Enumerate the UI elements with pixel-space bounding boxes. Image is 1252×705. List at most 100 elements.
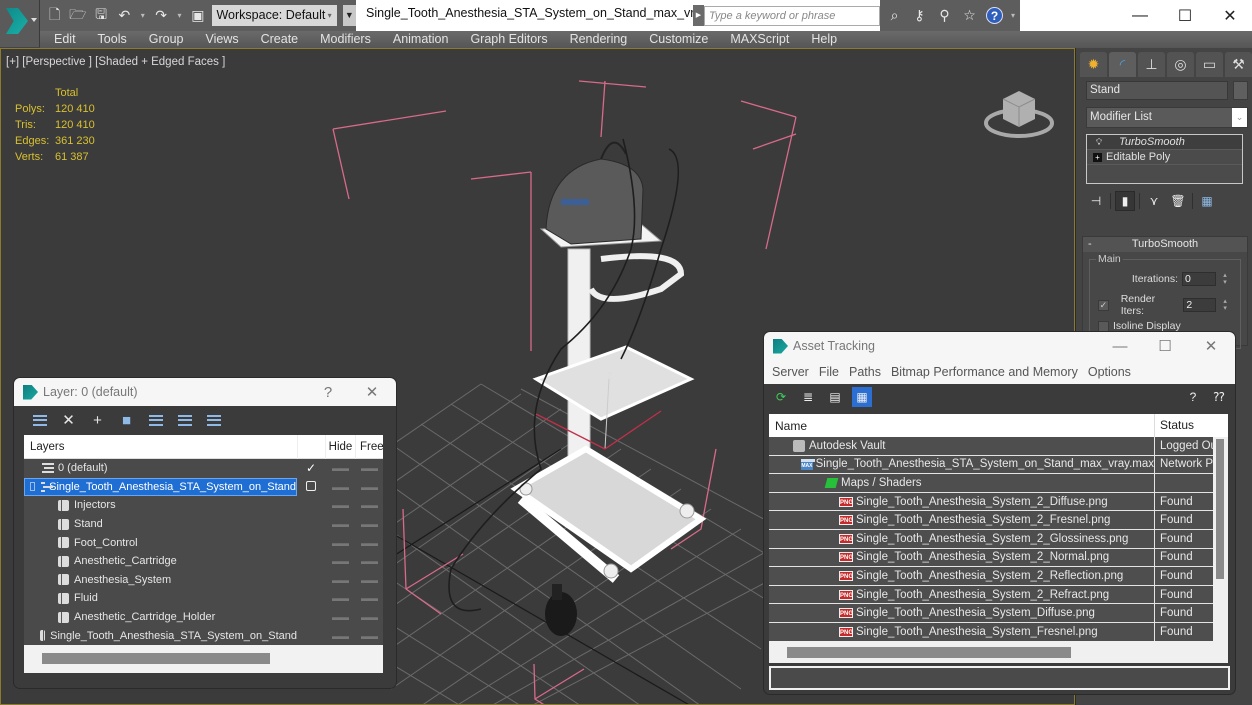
- freeze-toggle[interactable]: ▬▬: [355, 538, 383, 548]
- pin-stack-icon[interactable]: ⊣: [1086, 191, 1106, 211]
- minimize-button[interactable]: —: [1117, 0, 1163, 31]
- context-help-icon[interactable]: ⁇: [1209, 387, 1229, 407]
- new-file-icon[interactable]: 🗋: [46, 6, 63, 25]
- layer-row[interactable]: Single_Tooth_Anesthesia_STA_System_on_St…: [24, 477, 383, 497]
- collapse-toggle[interactable]: [30, 482, 35, 492]
- hide-toggle[interactable]: ▬▬: [325, 575, 355, 585]
- scrollbar-thumb[interactable]: [787, 647, 1071, 658]
- asset-path-field[interactable]: [769, 666, 1230, 690]
- menu-tools[interactable]: Tools: [87, 31, 138, 48]
- remove-modifier-icon[interactable]: 🗑︎: [1168, 191, 1188, 211]
- asset-row[interactable]: MAX Single_Tooth_Anesthesia_STA_System_on…: [769, 455, 1213, 475]
- column-freeze[interactable]: Freeze: [355, 434, 383, 459]
- hide-toggle[interactable]: ▬▬: [325, 482, 355, 492]
- asset-row[interactable]: PNG Single_Tooth_Anesthesia_System_2_Refr…: [769, 585, 1213, 605]
- horizontal-scrollbar[interactable]: [24, 645, 383, 673]
- toolbar-customize-icon[interactable]: ▼: [342, 5, 357, 26]
- hide-toggle[interactable]: ▬▬: [325, 593, 355, 603]
- close-button[interactable]: ✕: [1197, 332, 1225, 360]
- maximize-button[interactable]: ☐: [1151, 332, 1179, 360]
- render-iters-checkbox[interactable]: ✓: [1098, 299, 1109, 311]
- undo-icon[interactable]: ↶: [116, 7, 133, 25]
- create-layer-icon[interactable]: [30, 411, 49, 430]
- iterations-field[interactable]: 0: [1182, 272, 1216, 286]
- minimize-button[interactable]: —: [1106, 332, 1134, 360]
- asset-row[interactable]: PNG Single_Tooth_Anesthesia_System_2_Refl…: [769, 566, 1213, 586]
- menu-animation[interactable]: Animation: [382, 31, 460, 48]
- object-row[interactable]: Anesthetic_Cartridge_Holder ▬▬ ▬▬: [24, 608, 383, 627]
- show-end-result-icon[interactable]: ▮: [1115, 191, 1135, 211]
- spinner-arrows-icon[interactable]: ▴ ▾: [1220, 298, 1230, 312]
- hide-toggle[interactable]: ▬▬: [325, 519, 355, 529]
- freeze-toggle[interactable]: ▬▬: [355, 575, 383, 585]
- make-unique-icon[interactable]: ⋎: [1144, 191, 1164, 211]
- redo-icon[interactable]: ↷: [153, 7, 170, 25]
- asset-row[interactable]: PNG Single_Tooth_Anesthesia_System_2_Glos…: [769, 529, 1213, 549]
- freeze-toggle[interactable]: ▬▬: [355, 519, 383, 529]
- rollout-header[interactable]: - TurboSmooth: [1083, 237, 1247, 252]
- select-layer-icon[interactable]: [146, 411, 165, 430]
- configure-modifier-sets-icon[interactable]: ▦: [1197, 191, 1217, 211]
- menu-bitmap-performance[interactable]: Bitmap Performance and Memory: [886, 365, 1083, 379]
- freeze-layers-icon[interactable]: [204, 411, 223, 430]
- key-icon[interactable]: ⚷: [911, 7, 928, 24]
- column-current[interactable]: [297, 434, 325, 459]
- thumbnail-view-icon[interactable]: ▤: [825, 387, 845, 407]
- undo-dropdown-icon[interactable]: ▾: [139, 7, 147, 25]
- isoline-display-checkbox[interactable]: [1098, 320, 1109, 332]
- search-input[interactable]: Type a keyword or phrase: [704, 6, 880, 26]
- freeze-toggle[interactable]: ▬▬: [355, 500, 383, 510]
- menu-help[interactable]: Help: [800, 31, 848, 48]
- object-row[interactable]: Fluid ▬▬ ▬▬: [24, 589, 383, 608]
- binoculars-icon[interactable]: ⌕: [886, 7, 903, 24]
- vertical-scrollbar[interactable]: [1216, 439, 1224, 579]
- hide-toggle[interactable]: ▬▬: [325, 500, 355, 510]
- create-tab-icon[interactable]: ✹: [1080, 52, 1107, 77]
- object-row[interactable]: Injectors ▬▬ ▬▬: [24, 496, 383, 515]
- hierarchy-tab-icon[interactable]: ⊥: [1138, 52, 1165, 77]
- asset-row[interactable]: PNG Single_Tooth_Anesthesia_System_2_Diff…: [769, 492, 1213, 512]
- object-row[interactable]: Anesthetic_Cartridge ▬▬ ▬▬: [24, 552, 383, 571]
- maximize-button[interactable]: ☐: [1162, 0, 1208, 31]
- spinner-arrows-icon[interactable]: ▴ ▾: [1220, 272, 1230, 286]
- freeze-toggle[interactable]: ▬▬: [355, 612, 383, 622]
- asset-row[interactable]: PNG Single_Tooth_Anesthesia_System_Fresne…: [769, 622, 1213, 642]
- bulb-icon[interactable]: 💡︎: [1093, 137, 1105, 147]
- menu-maxscript[interactable]: MAXScript: [719, 31, 800, 48]
- menu-views[interactable]: Views: [194, 31, 249, 48]
- object-name-field[interactable]: Stand: [1086, 81, 1228, 100]
- display-tab-icon[interactable]: ▭: [1196, 52, 1223, 77]
- project-folder-icon[interactable]: ▣: [189, 7, 206, 25]
- freeze-toggle[interactable]: ▬▬: [355, 482, 383, 492]
- close-button[interactable]: ✕: [1207, 0, 1252, 31]
- hide-toggle[interactable]: ▬▬: [325, 463, 355, 473]
- stack-item-editable-poly[interactable]: + Editable Poly: [1087, 150, 1242, 165]
- list-view-icon[interactable]: ≣: [798, 387, 818, 407]
- hide-toggle[interactable]: ▬▬: [325, 538, 355, 548]
- object-row[interactable]: Foot_Control ▬▬ ▬▬: [24, 533, 383, 552]
- star-icon[interactable]: ☆: [961, 7, 978, 24]
- freeze-toggle[interactable]: ▬▬: [355, 631, 383, 641]
- highlight-layer-icon[interactable]: [175, 411, 194, 430]
- menu-server[interactable]: Server: [764, 365, 814, 379]
- object-row[interactable]: Anesthesia_System ▬▬ ▬▬: [24, 571, 383, 590]
- menu-graph-editors[interactable]: Graph Editors: [459, 31, 558, 48]
- help-button[interactable]: ?: [314, 378, 342, 406]
- menu-options[interactable]: Options: [1083, 365, 1136, 379]
- add-to-layer-icon[interactable]: +: [88, 411, 107, 430]
- column-layers[interactable]: Layers: [24, 441, 297, 453]
- menu-group[interactable]: Group: [138, 31, 195, 48]
- horizontal-scrollbar[interactable]: [769, 641, 1228, 663]
- object-row[interactable]: Stand ▬▬ ▬▬: [24, 515, 383, 534]
- menu-edit[interactable]: Edit: [40, 31, 87, 48]
- workspace-dropdown[interactable]: Workspace: Default ▾: [212, 5, 337, 26]
- asset-row[interactable]: PNG Single_Tooth_Anesthesia_System_2_Norm…: [769, 548, 1213, 568]
- help-icon[interactable]: ?: [1183, 387, 1203, 407]
- close-button[interactable]: ✕: [358, 378, 386, 406]
- modify-tab-icon[interactable]: ◜: [1109, 52, 1136, 77]
- freeze-toggle[interactable]: ▬▬: [355, 593, 383, 603]
- menu-customize[interactable]: Customize: [638, 31, 719, 48]
- dialog-titlebar[interactable]: Asset Tracking — ☐ ✕: [764, 332, 1235, 360]
- open-file-icon[interactable]: 🗁: [69, 6, 86, 25]
- viewport-label[interactable]: [+] [Perspective ] [Shaded + Edged Faces…: [6, 56, 225, 68]
